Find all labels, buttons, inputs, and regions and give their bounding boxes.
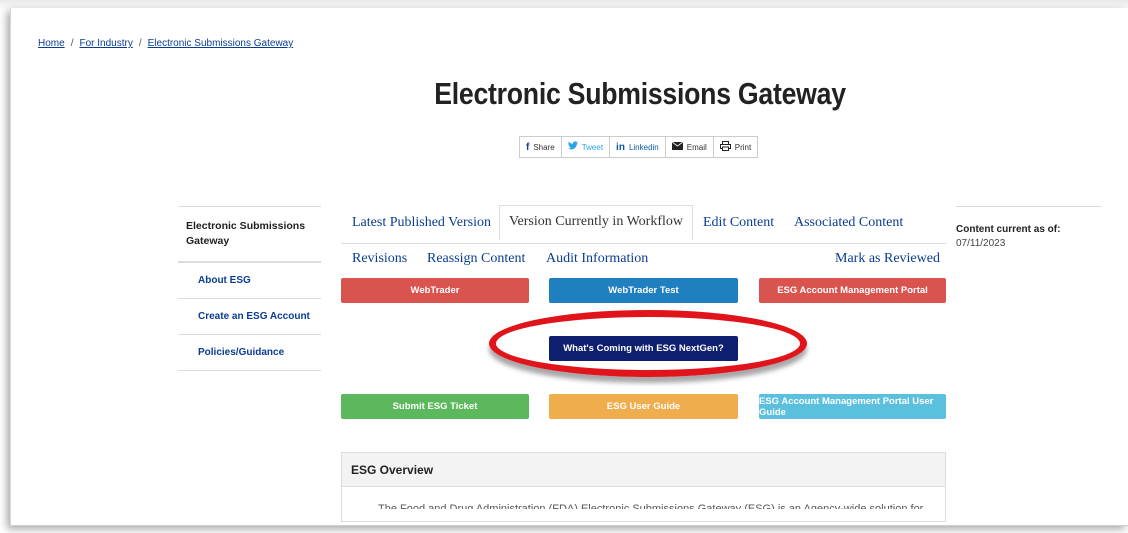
esg-overview-heading: ESG Overview [342,453,945,487]
breadcrumb: Home / For Industry / Electronic Submissions… [38,38,293,49]
tab-version-in-workflow[interactable]: Version Currently in Workflow [499,205,693,240]
tab-edit-content[interactable]: Edit Content [703,215,774,231]
email-label: Email [686,142,707,152]
email-button[interactable]: Email [666,137,714,157]
esg-user-guide-button[interactable]: ESG User Guide [549,394,738,419]
sidebar-item-create-account[interactable]: Create an ESG Account [178,298,321,334]
breadcrumb-separator: / [70,38,74,49]
breadcrumb-current[interactable]: Electronic Submissions Gateway [148,38,294,49]
breadcrumb-separator: / [138,38,142,49]
tweet-button[interactable]: Tweet [562,137,611,157]
highlight-circle [489,310,807,377]
portal-user-guide-button[interactable]: ESG Account Management Portal User Guide [759,394,946,419]
tab-mark-as-reviewed[interactable]: Mark as Reviewed [835,251,940,267]
tweet-label: Tweet [581,142,604,152]
esg-overview-text: The Food and Drug Administration (FDA) E… [378,503,924,509]
facebook-icon: f [526,141,530,153]
share-button[interactable]: f Share [520,137,562,157]
tab-associated-content[interactable]: Associated Content [794,215,903,231]
content-current-panel: Content current as of: 07/11/2023 [956,206,1102,249]
tab-reassign-content[interactable]: Reassign Content [427,251,525,267]
content-current-label: Content current as of: [956,224,1061,235]
breadcrumb-home[interactable]: Home [38,38,65,49]
sidebar-nav: Electronic Submissions Gateway About ESG… [178,206,321,371]
esg-account-management-portal-button[interactable]: ESG Account Management Portal [759,278,946,303]
content-current-date: 07/11/2023 [956,238,1006,249]
print-button[interactable]: Print [714,137,757,157]
content-tabs: Latest Published Version Version Current… [341,205,946,277]
share-label: Share [533,142,555,152]
tab-revisions[interactable]: Revisions [352,251,407,267]
tab-latest-published[interactable]: Latest Published Version [352,215,491,231]
printer-icon [719,140,731,154]
envelope-icon [671,141,683,153]
linkedin-icon: in [616,141,625,153]
webtrader-test-button[interactable]: WebTrader Test [549,278,738,303]
esg-overview-panel: ESG Overview The Food and Drug Administr… [341,452,946,522]
sidebar-heading[interactable]: Electronic Submissions Gateway [178,206,321,262]
print-label: Print [734,142,752,152]
twitter-icon [567,141,578,153]
tab-audit-information[interactable]: Audit Information [546,251,648,267]
sidebar-item-about-esg[interactable]: About ESG [178,262,321,298]
submit-esg-ticket-button[interactable]: Submit ESG Ticket [341,394,529,419]
webtrader-button[interactable]: WebTrader [341,278,529,303]
linkedin-button[interactable]: in Linkedin [610,137,666,157]
breadcrumb-for-industry[interactable]: For Industry [79,38,132,49]
linkedin-label: Linkedin [628,142,659,152]
share-bar: f Share Tweet in Linkedin Email Print [519,136,759,158]
page-title: Electronic Submissions Gateway [434,76,846,111]
sidebar-item-policies[interactable]: Policies/Guidance [178,334,321,371]
